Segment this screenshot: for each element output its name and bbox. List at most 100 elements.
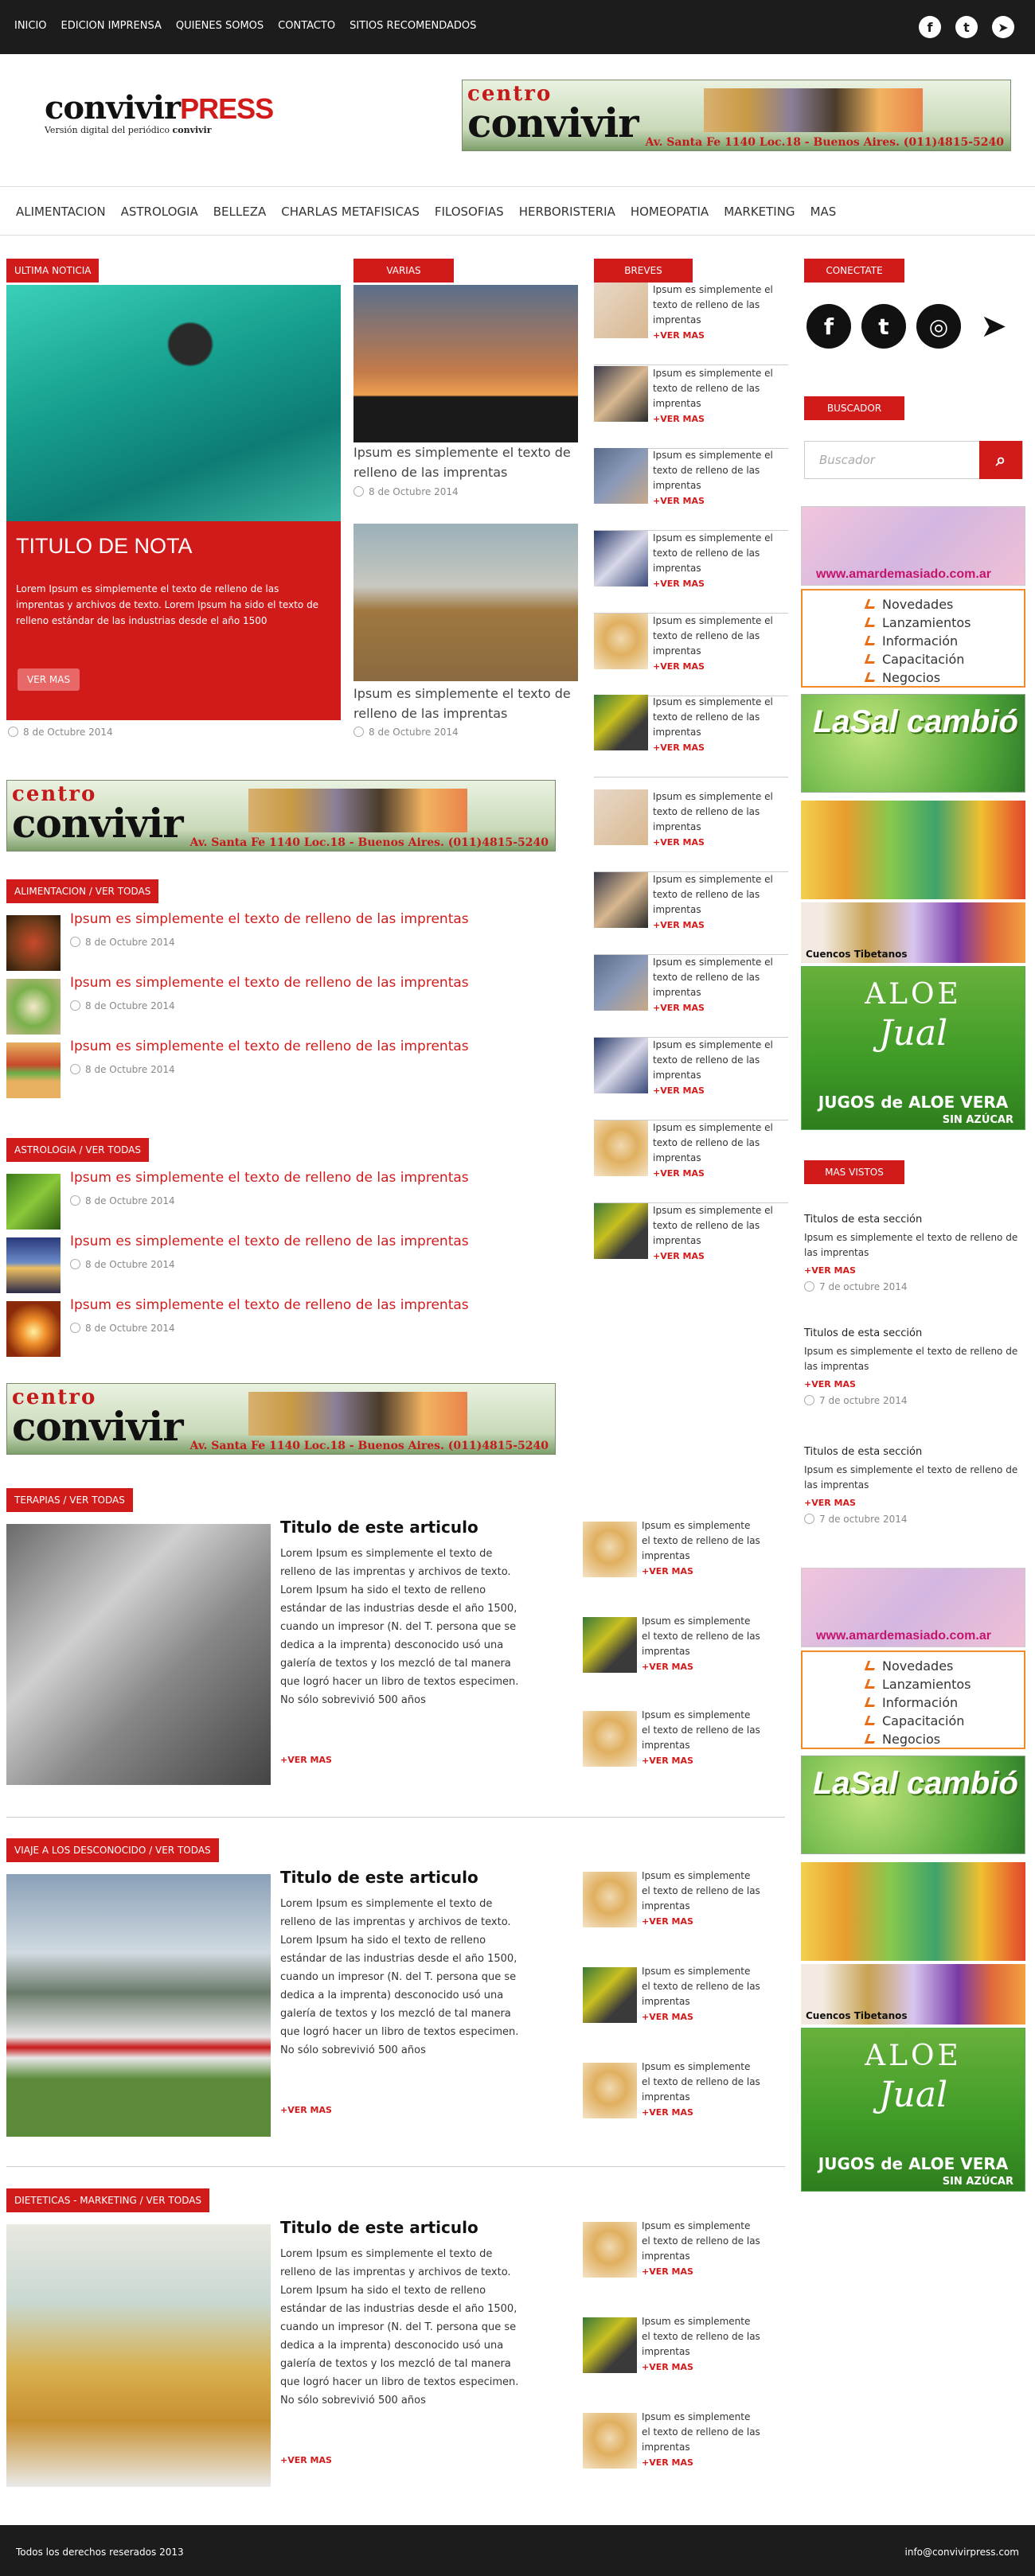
varias-item-text[interactable]: Ipsum es simplemente el texto de relleno… <box>353 684 580 723</box>
nav-charlas-metafisicas[interactable]: CHARLAS METAFISICAS <box>281 205 420 219</box>
breve-item[interactable]: Ipsum es simplemente el texto de relleno… <box>594 283 788 365</box>
ver-mas-link[interactable]: +VER MAS <box>642 1756 693 1766</box>
nav-marketing[interactable]: MARKETING <box>724 205 795 219</box>
facebook-icon[interactable]: f <box>919 16 941 38</box>
breve-item[interactable]: Ipsum es simplemente el texto de relleno… <box>594 789 788 872</box>
topnav-edicion-impresa[interactable]: EDICION IMPRENSA <box>61 20 162 32</box>
ver-mas-link[interactable]: +VER MAS <box>642 2362 693 2372</box>
ad-menu-item[interactable]: Lanzamientos <box>864 1677 971 1692</box>
ver-mas-link[interactable]: +VER MAS <box>653 579 705 589</box>
breve-item[interactable]: Ipsum es simplemente el texto de relleno… <box>594 872 788 955</box>
label-breves[interactable]: BREVES <box>594 259 693 283</box>
breve-item[interactable]: Ipsum es simplemente el texto de relleno… <box>594 1038 788 1120</box>
cat-item-title[interactable]: Ipsum es simplemente el texto de relleno… <box>70 975 469 991</box>
ad-menu-item[interactable]: Negocios <box>864 1732 940 1747</box>
food-thumb[interactable] <box>6 979 61 1035</box>
nav-filosofias[interactable]: FILOSOFIAS <box>435 205 504 219</box>
sunset-thumb[interactable] <box>6 1301 61 1357</box>
facebook-icon[interactable]: f <box>807 304 851 349</box>
amardemasiado-ad-2[interactable]: www.amardemasiado.com.ar <box>801 1568 1025 1647</box>
ver-mas-link[interactable]: +VER MAS <box>642 1566 693 1576</box>
food-thumb[interactable] <box>6 915 61 971</box>
cat-item-title[interactable]: Ipsum es simplemente el texto de relleno… <box>70 1039 469 1054</box>
side-thumb[interactable] <box>583 2413 637 2469</box>
mv-heading[interactable]: Titulos de esta sección <box>804 1214 922 1226</box>
breve-item[interactable]: Ipsum es simplemente el texto de relleno… <box>594 366 788 449</box>
nav-herboristeria[interactable]: HERBORISTERIA <box>519 205 615 219</box>
topnav-inicio[interactable]: INICIO <box>14 20 47 32</box>
header-banner-ad[interactable]: centro convivir Av. Santa Fe 1140 Loc.18… <box>462 80 1011 151</box>
mv-heading[interactable]: Titulos de esta sección <box>804 1327 922 1339</box>
lasal-ad[interactable]: LaSal cambió <box>801 694 1025 793</box>
ver-mas-link[interactable]: +VER MAS <box>653 920 705 930</box>
mv-heading[interactable]: Titulos de esta sección <box>804 1446 922 1458</box>
twitter-icon[interactable]: t <box>955 16 978 38</box>
train-photo[interactable] <box>6 1874 271 2137</box>
side-thumb[interactable] <box>583 1872 637 1927</box>
surfer-photo[interactable] <box>6 285 341 522</box>
ad-menu-item[interactable]: Información <box>864 633 958 649</box>
fruit-products-ad[interactable] <box>801 801 1025 899</box>
search-input[interactable]: Buscador <box>819 453 875 467</box>
site-logo[interactable]: convivirPRESS Versión digital del periód… <box>45 89 274 135</box>
ad-menu-item[interactable]: Información <box>864 1695 958 1710</box>
ver-mas-link[interactable]: +VER MAS <box>653 661 705 672</box>
cat-item-title[interactable]: Ipsum es simplemente el texto de relleno… <box>70 1170 469 1186</box>
dog-photo[interactable] <box>353 524 578 681</box>
tandem-bike-photo[interactable] <box>6 1524 271 1785</box>
ver-mas-link[interactable]: +VER MAS <box>653 1168 705 1179</box>
note-title[interactable]: TITULO DE NOTA <box>16 534 193 559</box>
ver-mas-link[interactable]: +VER MAS <box>642 2457 693 2468</box>
food-thumb[interactable] <box>6 1042 61 1098</box>
office-photo[interactable] <box>6 2224 271 2487</box>
article-title[interactable]: Titulo de este articulo <box>280 2218 478 2237</box>
side-thumb[interactable] <box>583 1711 637 1767</box>
label-varias[interactable]: VARIAS <box>353 259 454 283</box>
side-thumb[interactable] <box>583 2317 637 2373</box>
label-terapias[interactable]: TERAPIAS / VER TODAS <box>6 1488 133 1512</box>
telegram-icon[interactable]: ➤ <box>992 16 1014 38</box>
breve-item[interactable]: Ipsum es simplemente el texto de relleno… <box>594 955 788 1038</box>
article-title[interactable]: Titulo de este articulo <box>280 1518 478 1537</box>
breve-item[interactable]: Ipsum es simplemente el texto de relleno… <box>594 448 788 531</box>
label-dieteticas[interactable]: DIETETICAS - MARKETING / VER TODAS <box>6 2188 210 2212</box>
nav-homeopatia[interactable]: HOMEOPATIA <box>631 205 709 219</box>
cat-item-title[interactable]: Ipsum es simplemente el texto de relleno… <box>70 911 469 927</box>
ad-menu-item[interactable]: Lanzamientos <box>864 615 971 630</box>
ver-mas-link[interactable]: +VER MAS <box>653 742 705 753</box>
breve-item[interactable]: Ipsum es simplemente el texto de relleno… <box>594 695 788 777</box>
ver-mas-link[interactable]: +VER MAS <box>653 1251 705 1261</box>
ad-menu-item[interactable]: Negocios <box>864 670 940 685</box>
sky-thumb[interactable] <box>6 1237 61 1293</box>
nav-belleza[interactable]: BELLEZA <box>213 205 267 219</box>
ver-mas-link[interactable]: +VER MAS <box>653 1085 705 1096</box>
ver-mas-link[interactable]: +VER MAS <box>642 2107 693 2118</box>
ver-mas-link[interactable]: +VER MAS <box>642 2266 693 2277</box>
ver-mas-link[interactable]: +VER MAS <box>642 1662 693 1672</box>
city-skyline-photo[interactable] <box>353 285 578 442</box>
side-thumb[interactable] <box>583 2222 637 2278</box>
ver-mas-link[interactable]: +VER MAS <box>653 414 705 424</box>
ver-mas-link[interactable]: +VER MAS <box>280 1755 332 1765</box>
topnav-quienes-somos[interactable]: QUIENES SOMOS <box>176 20 264 32</box>
side-thumb[interactable] <box>583 1617 637 1673</box>
leaf-thumb[interactable] <box>6 1174 61 1230</box>
label-ultima-noticia[interactable]: ULTIMA NOTICIA <box>6 259 100 283</box>
side-thumb[interactable] <box>583 1967 637 2023</box>
label-astrologia[interactable]: ASTROLOGIA / VER TODAS <box>6 1138 149 1162</box>
label-alimentacion[interactable]: ALIMENTACION / VER TODAS <box>6 879 159 903</box>
ver-mas-link[interactable]: +VER MAS <box>653 496 705 506</box>
side-thumb[interactable] <box>583 1522 637 1577</box>
ver-mas-link[interactable]: +VER MAS <box>804 1498 856 1508</box>
tibetan-bowls-ad[interactable]: Cuencos Tibetanos <box>801 902 1025 963</box>
nav-alimentacion[interactable]: ALIMENTACION <box>16 205 106 219</box>
mid-banner-ad[interactable]: centro convivir Av. Santa Fe 1140 Loc.18… <box>6 780 556 852</box>
ad-menu-item[interactable]: Capacitación <box>864 1713 964 1728</box>
breve-item[interactable]: Ipsum es simplemente el texto de relleno… <box>594 614 788 696</box>
nav-mas[interactable]: MAS <box>810 205 837 219</box>
cat-item-title[interactable]: Ipsum es simplemente el texto de relleno… <box>70 1233 469 1249</box>
varias-item-text[interactable]: Ipsum es simplemente el texto de relleno… <box>353 442 580 482</box>
label-viaje[interactable]: VIAJE A LOS DESCONOCIDO / VER TODAS <box>6 1838 219 1862</box>
ver-mas-link[interactable]: +VER MAS <box>653 330 705 341</box>
topnav-contacto[interactable]: CONTACTO <box>278 20 335 32</box>
